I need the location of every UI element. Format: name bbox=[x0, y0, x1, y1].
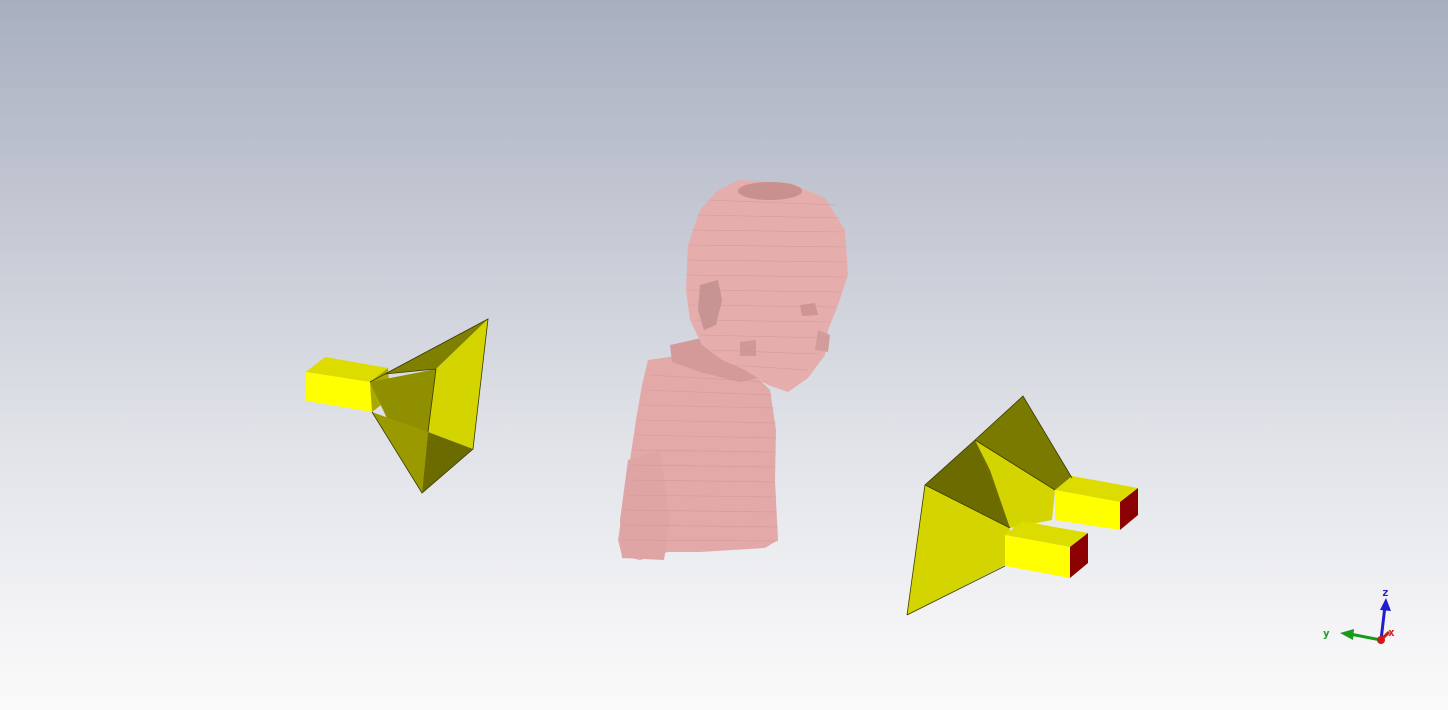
axis-origin bbox=[1377, 636, 1385, 644]
child-head-crown bbox=[738, 182, 802, 200]
3d-viewport[interactable]: z y x bbox=[0, 0, 1448, 710]
child-eye bbox=[800, 303, 818, 316]
child-voxel-model[interactable] bbox=[618, 180, 848, 560]
child-mouth bbox=[740, 340, 756, 356]
z-axis-arrowhead bbox=[1380, 598, 1391, 611]
z-axis-label: z bbox=[1382, 586, 1389, 599]
scene-canvas[interactable]: z y x bbox=[0, 0, 1448, 710]
y-axis-line bbox=[1349, 632, 1382, 642]
y-axis-label: y bbox=[1323, 627, 1330, 640]
axis-triad: z y x bbox=[1323, 586, 1395, 644]
left-horn-antenna[interactable] bbox=[306, 318, 489, 494]
y-axis-arrowhead bbox=[1340, 629, 1354, 640]
x-axis-label: x bbox=[1388, 626, 1395, 639]
